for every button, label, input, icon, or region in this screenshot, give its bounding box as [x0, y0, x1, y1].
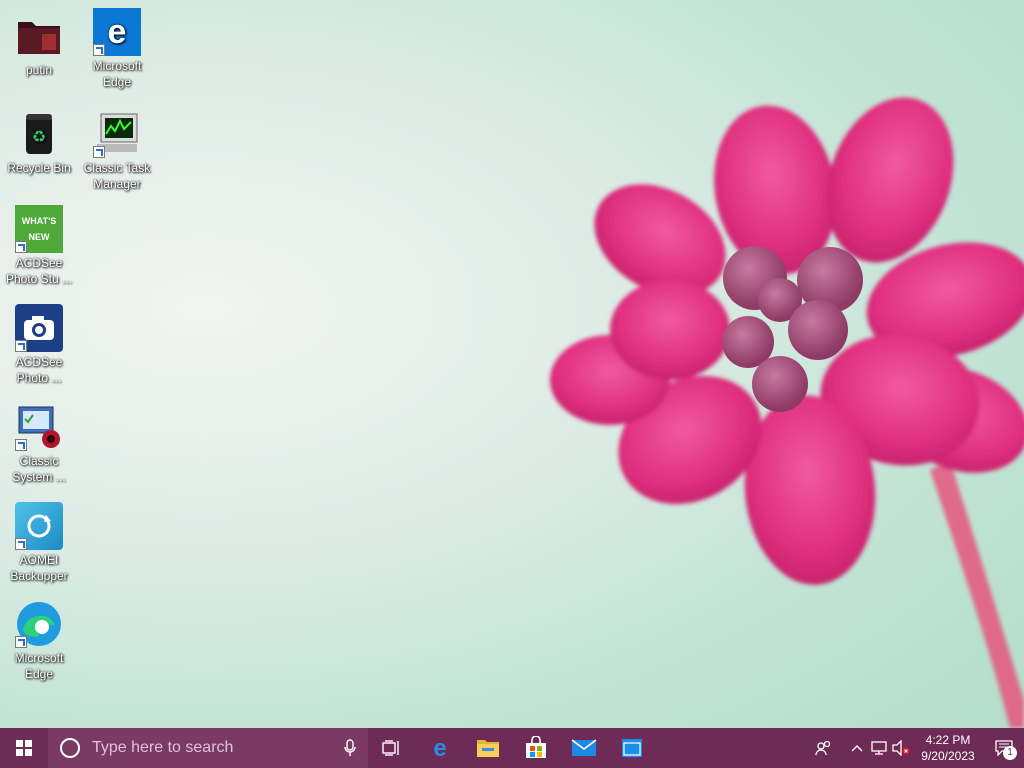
network-button[interactable]: [868, 728, 890, 768]
desktop-icon-recycle-bin[interactable]: ♻ Recycle Bin: [0, 110, 78, 176]
task-view-button[interactable]: [368, 728, 416, 768]
people-icon: [815, 740, 831, 756]
svg-text:e: e: [433, 736, 446, 760]
start-button[interactable]: [0, 728, 48, 768]
search-placeholder: Type here to search: [92, 739, 234, 756]
windows-logo-icon: [16, 740, 32, 756]
folder-icon: [15, 12, 63, 60]
shortcut-arrow-icon: [93, 44, 105, 56]
shortcut-arrow-icon: [15, 241, 27, 253]
task-view-icon: [382, 740, 399, 756]
clock-date: 9/20/2023: [921, 749, 975, 763]
desktop-icon-putin[interactable]: putin: [0, 12, 78, 78]
desktop-icon-microsoft-edge[interactable]: Microsoft Edge: [0, 600, 78, 682]
search-box[interactable]: Type here to search: [48, 728, 368, 768]
desktop-icon-label: Classic System ...: [12, 454, 66, 484]
microphone-icon[interactable]: [332, 739, 368, 757]
taskbar-app-window-button[interactable]: [608, 728, 656, 768]
volume-muted-icon: [892, 740, 910, 756]
desktop-icon-classic-task-manager[interactable]: Classic Task Manager: [78, 110, 156, 192]
taskbar-file-explorer-button[interactable]: [464, 728, 512, 768]
edge-legacy-icon: e: [93, 8, 141, 56]
store-icon: [526, 736, 546, 758]
acdsee-camera-icon: [15, 304, 63, 352]
desktop-icon-label: Classic Task Manager: [83, 161, 151, 191]
clock[interactable]: 4:22 PM 9/20/2023: [912, 732, 984, 764]
desktop-icon-aomei-backupper[interactable]: AOMEI Backupper: [0, 502, 78, 584]
task-manager-icon: [93, 110, 141, 158]
volume-button[interactable]: [890, 728, 912, 768]
desktop-icon-label: ACDSee Photo Stu ...: [5, 256, 73, 286]
shortcut-arrow-icon: [15, 538, 27, 550]
svg-text:e: e: [108, 13, 127, 51]
system-config-icon: [15, 403, 63, 451]
aomei-backupper-icon: [15, 502, 63, 550]
edge-legacy-icon: e: [433, 736, 446, 760]
desktop-icon-acdsee-photo[interactable]: ACDSee Photo ...: [0, 304, 78, 386]
desktop-icon-label: Recycle Bin: [7, 161, 71, 175]
taskbar-mail-button[interactable]: [560, 728, 608, 768]
notification-count-badge: 1: [1003, 746, 1017, 760]
shortcut-arrow-icon: [15, 439, 27, 451]
action-center-button[interactable]: 1: [984, 728, 1024, 768]
desktop-icon-label: AOMEI Backupper: [10, 553, 68, 583]
desktop-icon-label: Microsoft Edge: [14, 651, 64, 681]
desktop-icon-label: ACDSee Photo ...: [15, 355, 63, 385]
shortcut-arrow-icon: [15, 340, 27, 352]
svg-text:♻: ♻: [32, 129, 46, 146]
clock-time: 4:22 PM: [925, 733, 971, 747]
taskbar: Type here to search e 4:22 PM 9/20/2023 …: [0, 728, 1024, 768]
file-explorer-icon: [477, 740, 499, 757]
shortcut-arrow-icon: [93, 146, 105, 158]
shortcut-arrow-icon: [15, 636, 27, 648]
mail-icon: [571, 739, 597, 756]
chevron-up-icon: [851, 745, 863, 752]
people-button[interactable]: [802, 728, 846, 768]
cortana-icon: [60, 738, 80, 758]
window-app-icon: [622, 739, 642, 757]
desktop-icon-classic-system[interactable]: Classic System ...: [0, 403, 78, 485]
network-icon: [871, 741, 887, 755]
edge-icon: [15, 600, 63, 648]
taskbar-store-button[interactable]: [512, 728, 560, 768]
show-hidden-icons-button[interactable]: [846, 728, 868, 768]
recycle-bin-icon: ♻: [15, 110, 63, 158]
desktop-icon-label: Microsoft Edge: [92, 59, 142, 89]
desktop-icon-label: putin: [25, 63, 53, 77]
taskbar-edge-button[interactable]: e: [416, 728, 464, 768]
acdsee-whats-new-icon: WHAT'S NEW: [15, 205, 63, 253]
system-tray: 4:22 PM 9/20/2023 1: [802, 728, 1024, 768]
desktop-icon-acdsee-photo-studio[interactable]: WHAT'S NEW ACDSee Photo Stu ...: [0, 205, 78, 287]
desktop-icon-microsoft-edge-legacy[interactable]: e Microsoft Edge: [78, 8, 156, 90]
